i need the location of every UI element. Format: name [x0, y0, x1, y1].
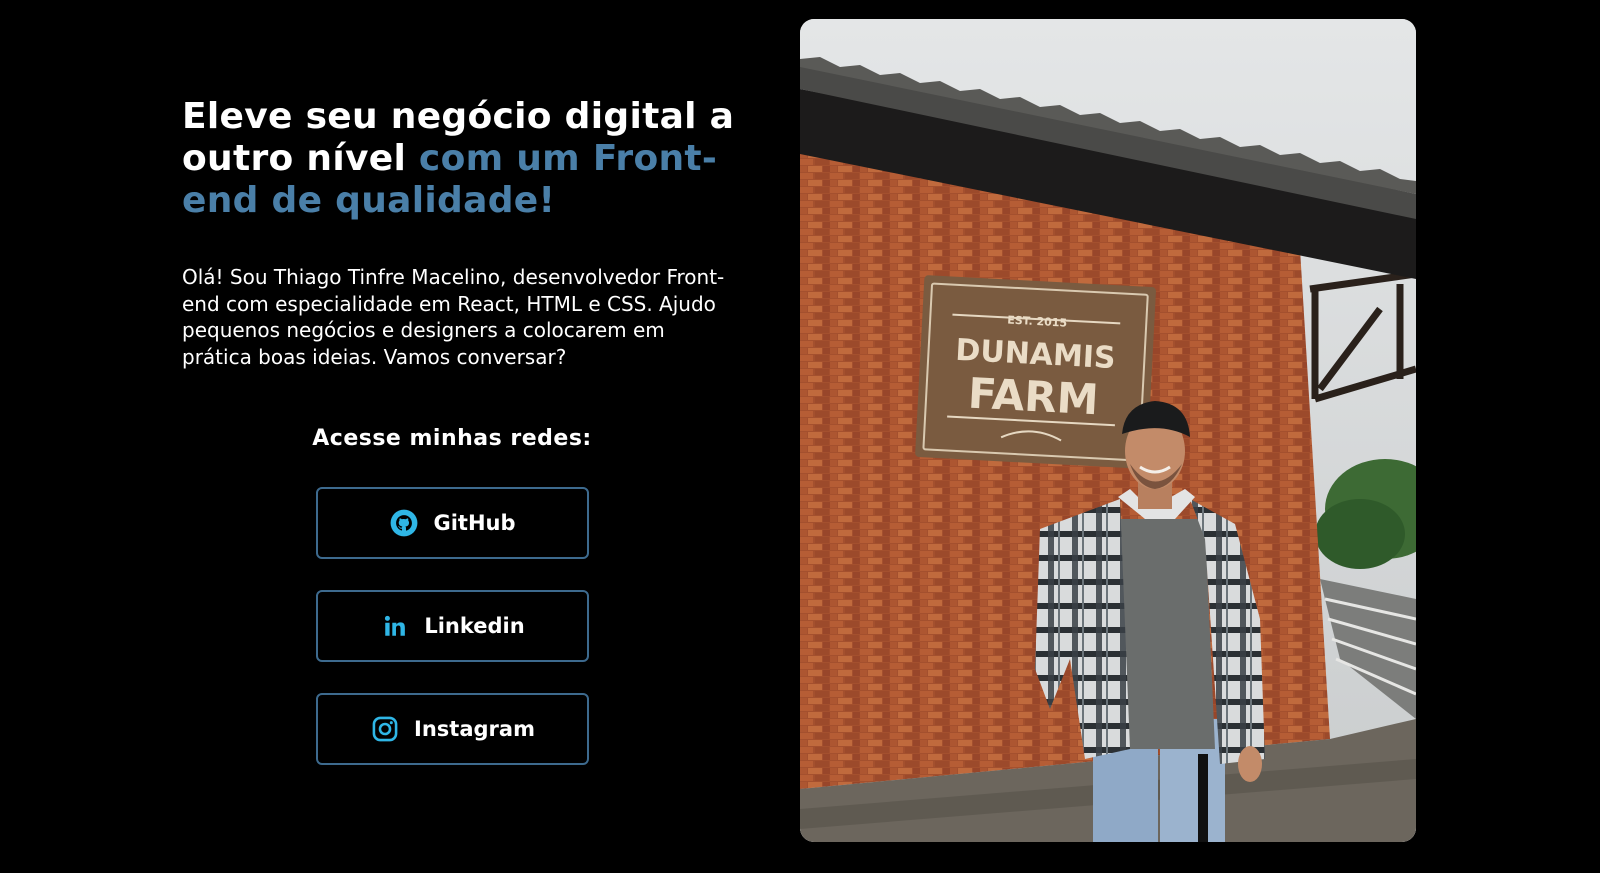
instagram-icon — [370, 714, 400, 744]
hero-headline: Eleve seu negócio digital a outro nível … — [182, 96, 742, 222]
linkedin-icon — [380, 611, 410, 641]
page: Eleve seu negócio digital a outro nível … — [0, 0, 1600, 873]
github-label: GitHub — [433, 511, 516, 535]
intro-text: Olá! Sou Thiago Tinfre Macelino, desenvo… — [182, 265, 725, 369]
github-button[interactable]: GitHub — [316, 487, 589, 559]
linkedin-button[interactable]: Linkedin — [316, 590, 589, 662]
linkedin-label: Linkedin — [424, 614, 525, 638]
hero-section: Eleve seu negócio digital a outro nível … — [182, 96, 742, 370]
github-icon — [389, 508, 419, 538]
profile-photo: EST. 2015 DUNAMIS FARM — [800, 19, 1416, 842]
social-title: Acesse minhas redes: — [312, 426, 592, 451]
instagram-button[interactable]: Instagram — [316, 693, 589, 765]
instagram-label: Instagram — [414, 717, 535, 741]
sign-line2: FARM — [967, 369, 1100, 425]
